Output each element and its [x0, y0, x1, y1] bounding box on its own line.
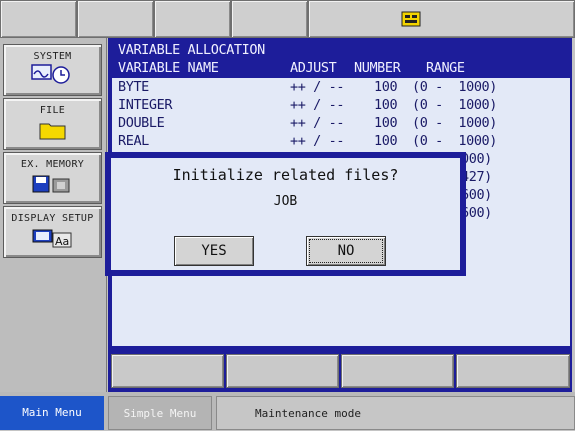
file-label: FILE	[39, 105, 66, 116]
row-number[interactable]: 100	[374, 133, 398, 149]
row-adjust: ++ / --	[290, 115, 345, 131]
top-tab-1[interactable]	[0, 0, 77, 38]
dialog-message: Initialize related files?	[172, 166, 399, 184]
row-name[interactable]: BYTE	[118, 79, 149, 95]
col-range-header: RANGE	[426, 60, 465, 76]
col-number-header: NUMBER	[354, 60, 401, 76]
row-range: (0 - 1000)	[412, 79, 498, 95]
simple-menu-button[interactable]: Simple Menu	[108, 396, 212, 430]
function-button-1[interactable]	[111, 354, 224, 388]
row-range: (0 - 1000)	[412, 115, 498, 131]
folder-icon	[39, 123, 65, 140]
status-message: Maintenance mode	[216, 396, 575, 430]
row-number[interactable]: 100	[374, 97, 398, 113]
row-name[interactable]: REAL	[118, 133, 149, 149]
svg-text:Aa: Aa	[55, 235, 69, 248]
top-tab-2[interactable]	[77, 0, 154, 38]
status-icon-area	[308, 0, 575, 38]
row-range: (0 - 1000)	[412, 133, 498, 149]
display-setup-label: DISPLAY SETUP	[11, 213, 94, 224]
row-number[interactable]: 100	[374, 115, 398, 131]
function-button-4[interactable]	[456, 354, 570, 388]
row-adjust: ++ / --	[290, 97, 345, 113]
top-tab-4[interactable]	[231, 0, 308, 38]
yes-button[interactable]: YES	[174, 236, 254, 266]
row-adjust: ++ / --	[290, 133, 345, 149]
function-button-3[interactable]	[341, 354, 454, 388]
screen-title: VARIABLE ALLOCATION	[118, 42, 265, 58]
row-range: (0 - 1000)	[412, 97, 498, 113]
dialog-subject: JOB	[273, 194, 298, 209]
display-setup-button[interactable]: DISPLAY SETUP Aa	[3, 206, 102, 258]
system-icon	[30, 64, 70, 84]
row-number[interactable]: 100	[374, 79, 398, 95]
row-adjust: ++ / --	[290, 79, 345, 95]
system-button[interactable]: SYSTEM	[3, 44, 102, 96]
top-tab-3[interactable]	[154, 0, 231, 38]
function-button-2[interactable]	[226, 354, 339, 388]
system-label: SYSTEM	[33, 51, 72, 62]
memory-icon	[32, 175, 69, 193]
no-button[interactable]: NO	[306, 236, 386, 266]
ex-memory-button[interactable]: EX. MEMORY	[3, 152, 102, 204]
col-adjust-header: ADJUST	[290, 60, 337, 76]
ex-memory-label: EX. MEMORY	[20, 159, 85, 170]
servo-status-icon	[401, 11, 421, 27]
file-button[interactable]: FILE	[3, 98, 102, 150]
row-name[interactable]: DOUBLE	[118, 115, 165, 131]
row-name[interactable]: INTEGER	[118, 97, 173, 113]
main-menu-button[interactable]: Main Menu	[0, 396, 104, 430]
display-setup-icon: Aa	[32, 229, 71, 248]
col-name-header: VARIABLE NAME	[118, 60, 219, 76]
